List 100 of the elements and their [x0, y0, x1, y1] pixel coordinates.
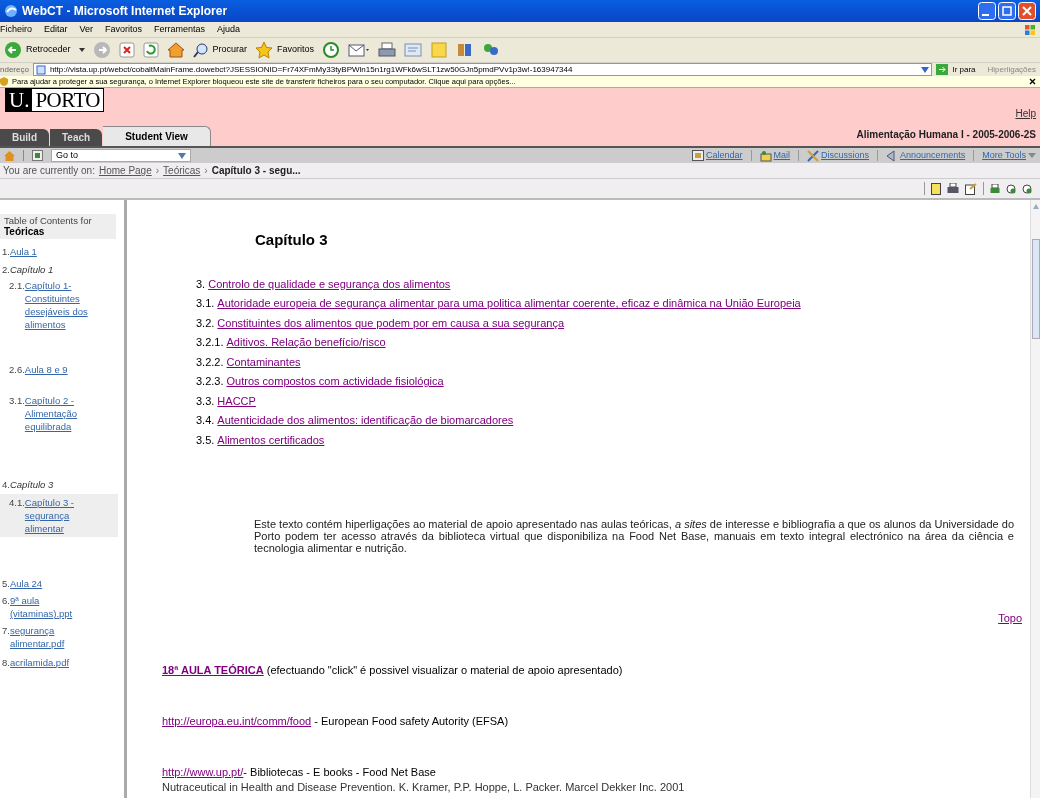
- list-number: 3.3.: [196, 393, 215, 409]
- resource-link[interactable]: 18ª AULA TEÓRICA: [162, 663, 264, 676]
- resource-link[interactable]: http://europa.eu.int/comm/food: [162, 714, 312, 727]
- breadcrumb-link[interactable]: Home Page: [98, 163, 152, 178]
- scrollbar[interactable]: [1030, 200, 1040, 798]
- tab[interactable]: Teach: [50, 129, 103, 146]
- chapter-link[interactable]: Outros compostos com actividade fisiológica: [226, 374, 444, 390]
- resource-line: http://www.up.pt/- Bibliotecas - E books - Food Net Base: [162, 764, 437, 779]
- export-icon[interactable]: [965, 182, 977, 195]
- window-title: WebCT - Microsoft Internet Explorer: [22, 3, 229, 20]
- resource-line: 18ª AULA TEÓRICA (efectuando "click" é possivel visualizar o material de apoio apresentado): [162, 662, 624, 677]
- toc-link[interactable]: Capítulo 1- Constituintes desejáveis dos alimentos: [24, 279, 101, 331]
- resource-link[interactable]: http://www.up.pt/: [162, 765, 244, 778]
- list-number: 3.2.1.: [196, 335, 224, 350]
- menu-item[interactable]: Ver: [79, 22, 94, 37]
- chapter-link[interactable]: Alimentos certificados: [217, 432, 325, 448]
- dropdown-caret-icon: [178, 152, 186, 159]
- toc-link[interactable]: Aula 8 e 9: [24, 363, 101, 376]
- home-icon[interactable]: [166, 42, 185, 58]
- tool-link[interactable]: More Tools: [982, 148, 1036, 163]
- messenger-icon[interactable]: [482, 42, 501, 58]
- goto-icon[interactable]: [32, 150, 43, 161]
- tool-link[interactable]: Mail: [759, 148, 791, 163]
- section-heading: Capítulo 3: [255, 230, 329, 250]
- toc-number: 6.: [2, 594, 10, 608]
- toc-number: 4.: [2, 478, 10, 491]
- bookmark-icon[interactable]: [1006, 183, 1016, 194]
- stop-icon[interactable]: [118, 42, 135, 58]
- toc-link[interactable]: Capítulo 2 - Alimentação equilibrada: [24, 394, 101, 433]
- help-link[interactable]: Help: [1015, 106, 1036, 121]
- toc-link[interactable]: Aula 1: [9, 245, 94, 258]
- address-field[interactable]: http://vista.up.pt/webct/cobaltMainFrame.dowebct?JSESSIONID=Fr74XFmMy33tyBPWln15n1rg1WFk6wSLT1zw50GJn5pmdPVv1p3w!-163947344: [32, 63, 933, 76]
- resource-line: http://europa.eu.int/comm/food - European Food safety Autority (EFSA): [162, 713, 510, 728]
- breadcrumb-current: Capítulo 3 - segu...: [211, 164, 301, 178]
- search-button[interactable]: Procurar: [192, 42, 248, 58]
- menu-item[interactable]: Editar: [44, 22, 68, 37]
- toc-number: 2.1.: [9, 279, 25, 293]
- tab[interactable]: Student View: [103, 126, 211, 146]
- chapter-link[interactable]: Constituintes dos alimentos que podem por em causa a sua segurança: [217, 315, 565, 331]
- back-button[interactable]: Retroceder: [4, 41, 71, 59]
- breadcrumb-separator: ›: [155, 164, 160, 178]
- scrollbar-thumb[interactable]: [1031, 239, 1040, 339]
- chapter-link[interactable]: HACCP: [217, 393, 256, 409]
- toc-link[interactable]: 9ª aula (vitaminas).ppt: [9, 594, 94, 620]
- toc-link[interactable]: acrilamida.pdf: [9, 656, 94, 669]
- calendar-icon: [692, 149, 705, 162]
- minimize-icon[interactable]: [978, 2, 996, 20]
- breadcrumb-separator: ›: [204, 164, 208, 178]
- mail-icon: [759, 149, 772, 162]
- printer-icon[interactable]: [947, 183, 959, 194]
- list-number: 3.5.: [196, 432, 215, 448]
- tool-link[interactable]: Calendar: [692, 148, 743, 163]
- toc-folder[interactable]: Capítulo 1: [9, 263, 54, 276]
- goto-dropdown[interactable]: Go to: [51, 149, 191, 162]
- menu-item[interactable]: Ficheiro: [0, 22, 32, 37]
- menu-item[interactable]: Ferramentas: [154, 22, 206, 37]
- menu-item[interactable]: Ajuda: [217, 22, 241, 37]
- history-icon[interactable]: [322, 41, 341, 59]
- list-number: 3.1.: [196, 296, 215, 311]
- list-number: 3.2.: [196, 315, 215, 331]
- list-number: 3.2.2.: [196, 354, 224, 370]
- tool-link[interactable]: Discussions: [807, 148, 870, 163]
- toc-number: 5.: [2, 577, 10, 590]
- toc-heading: Table of Contents for: [4, 215, 93, 226]
- close-icon[interactable]: [1018, 2, 1036, 20]
- maximize-icon[interactable]: [998, 2, 1016, 20]
- toc-number: 2.: [2, 263, 10, 276]
- toc-link[interactable]: Capítulo 3 - segurança alimentar: [24, 496, 101, 535]
- reference-line: Nutraceutical in Health and Disease Prevention. K. Kramer, P.P. Hoppe, L. Packer. Marcel Dekker Inc. 2001: [162, 780, 686, 794]
- chapter-link[interactable]: Controlo de qualidade e segurança dos alimentos: [208, 276, 451, 292]
- chapter-link[interactable]: Autenticidade dos alimentos: identificação de biomarcadores: [217, 413, 514, 429]
- top-link[interactable]: Topo: [998, 610, 1022, 627]
- address-label: ndereço: [0, 63, 29, 76]
- toc-link[interactable]: Aula 24: [9, 577, 94, 590]
- toc-title: Teóricas: [4, 226, 46, 238]
- mail-icon[interactable]: [348, 42, 371, 58]
- shield-icon: [0, 77, 8, 86]
- tab[interactable]: Build: [0, 129, 49, 146]
- toc-link[interactable]: segurança alimentar.pdf: [9, 624, 94, 650]
- toc-number: 3.1.: [9, 394, 25, 408]
- menu-item[interactable]: Favoritos: [105, 22, 143, 37]
- browser-icon: [4, 4, 18, 18]
- printer-icon[interactable]: [990, 183, 1000, 194]
- toc-number: 7.: [2, 624, 10, 638]
- caret-icon[interactable]: [78, 48, 85, 52]
- chapter-link[interactable]: Autoridade europeia de segurança alimentar para uma politica alimentar coerente, eficaz e dinâmica na União Europeia: [217, 296, 801, 312]
- close-icon: [1029, 78, 1036, 85]
- refresh-icon[interactable]: [142, 42, 159, 58]
- go-button[interactable]: Ir para: [936, 63, 976, 76]
- document-icon[interactable]: [931, 182, 941, 195]
- chapter-link[interactable]: Aditivos. Relação benefício/risco: [226, 335, 386, 351]
- toc-number: 4.1.: [9, 496, 25, 510]
- printer-icon[interactable]: [378, 42, 397, 58]
- favorites-button[interactable]: Favoritos: [255, 41, 315, 59]
- breadcrumb-link[interactable]: Teóricas: [163, 163, 201, 178]
- toc-folder[interactable]: Capítulo 3: [9, 478, 54, 491]
- caret-icon: [1028, 153, 1036, 158]
- chapter-link[interactable]: Contaminantes: [226, 354, 301, 370]
- list-number: 3.: [196, 276, 206, 292]
- tool-link[interactable]: Announcements: [886, 148, 966, 163]
